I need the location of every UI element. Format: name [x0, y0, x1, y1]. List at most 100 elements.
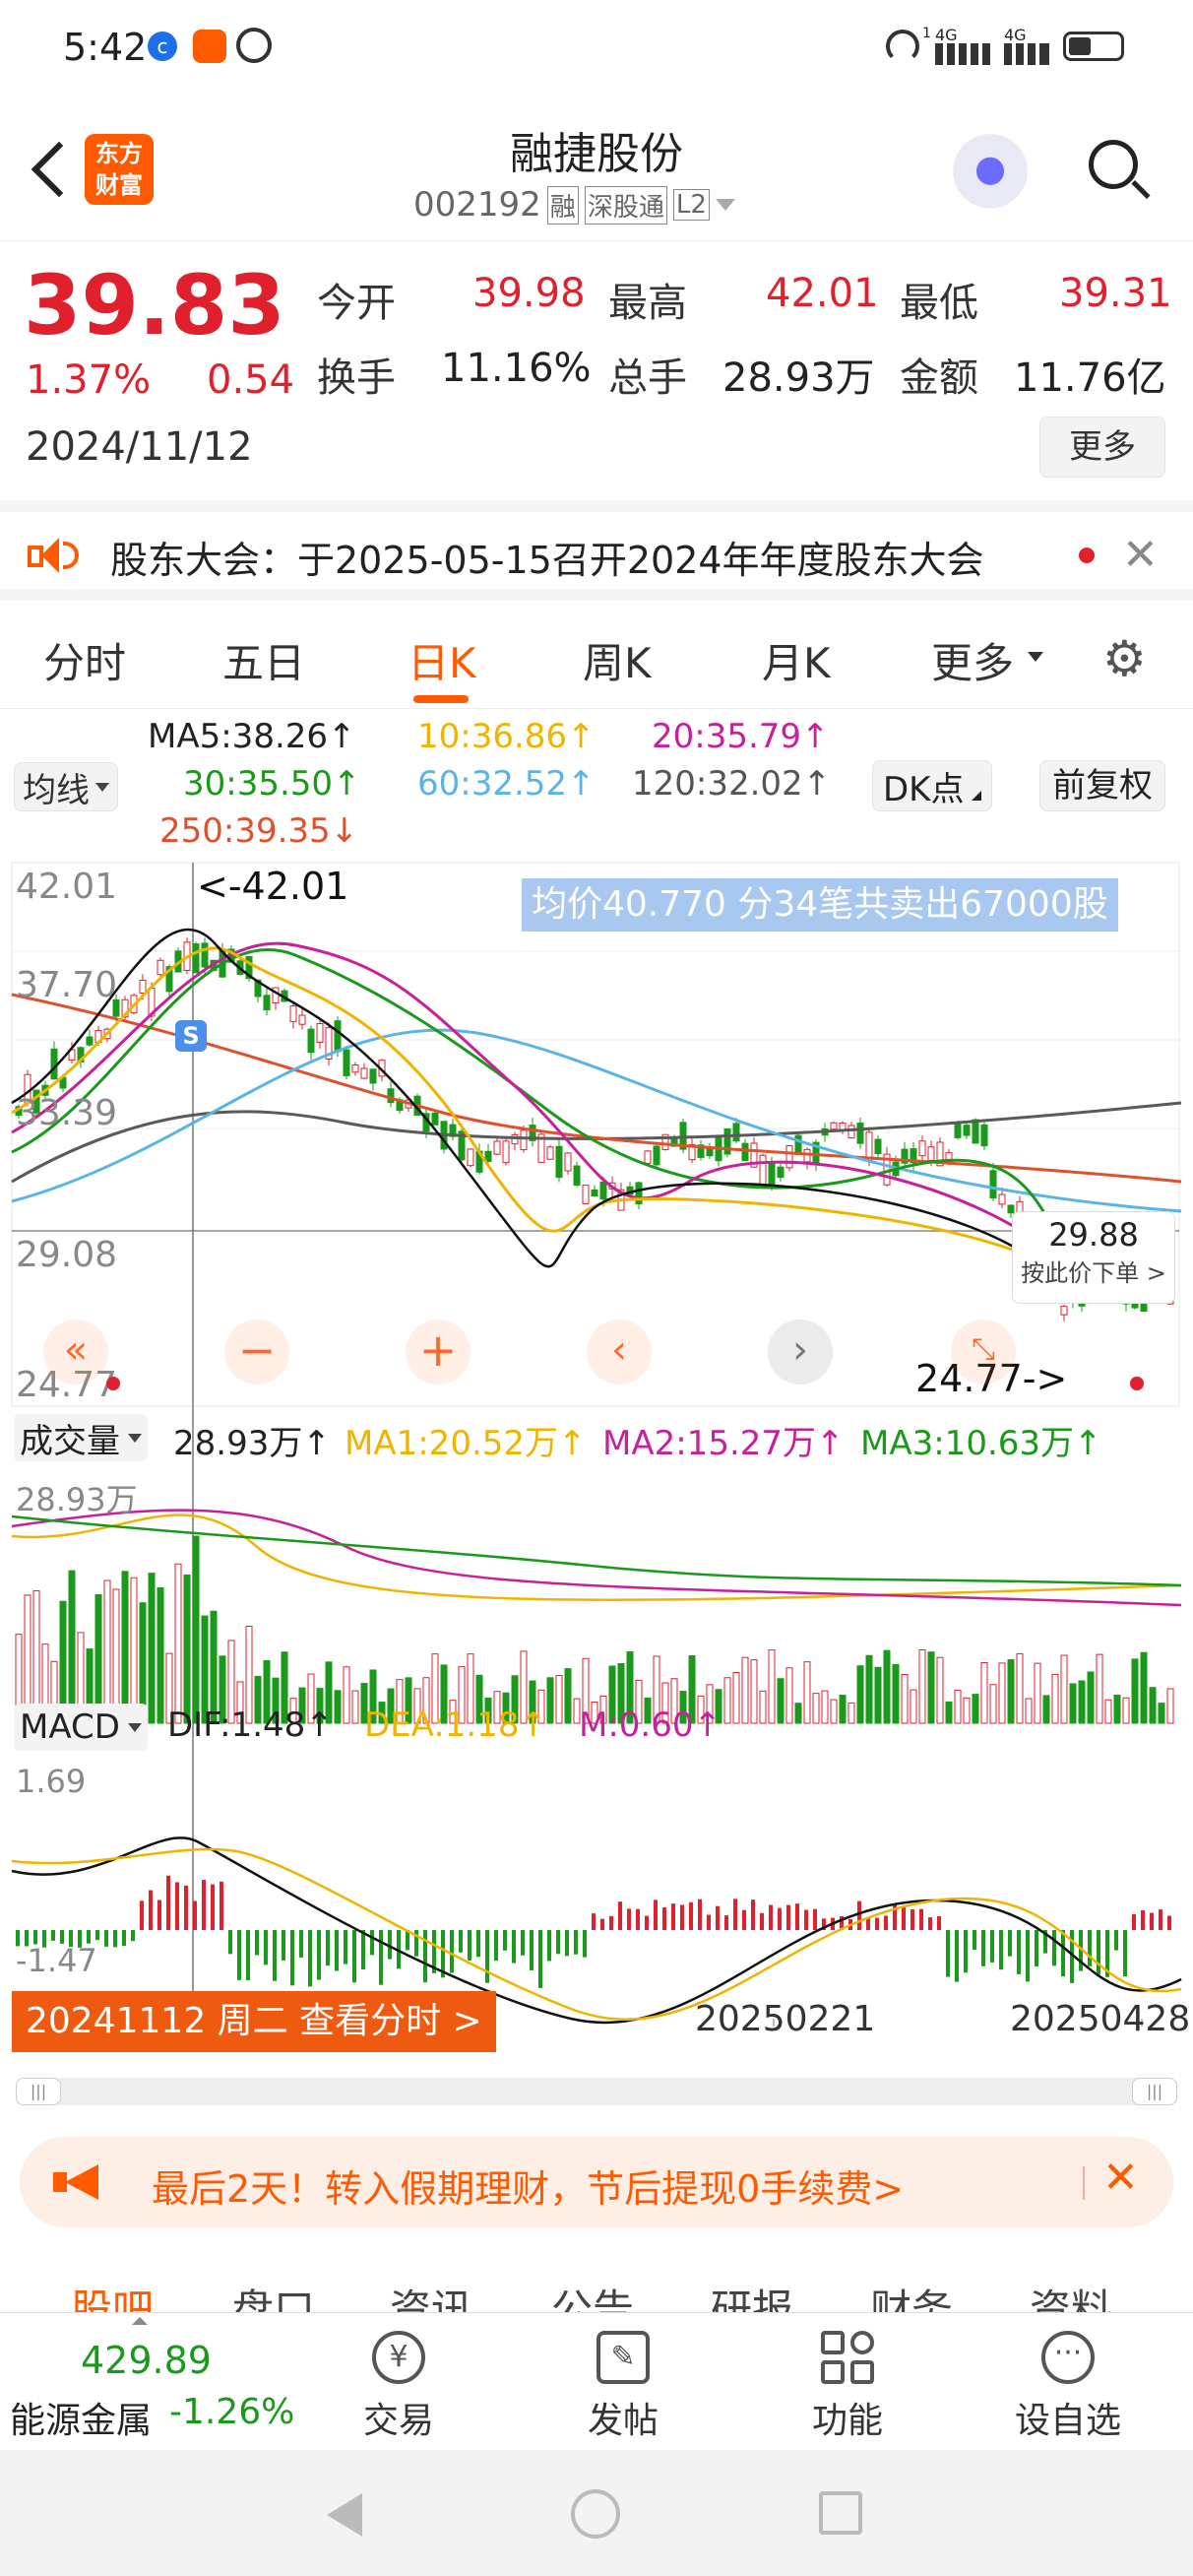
chart-period-tabs: 分时 五日 日K 周K 月K 更多 ⚙ — [0, 601, 1193, 709]
scroll-left-button[interactable]: ‹ — [587, 1320, 652, 1385]
robot-assistant-icon[interactable] — [949, 134, 1032, 217]
ma-selector[interactable]: 均线 — [14, 762, 118, 811]
post-button[interactable]: ✎ 发帖 — [579, 2331, 667, 2443]
macd-indicator-selector[interactable]: MACD — [14, 1704, 148, 1751]
close-icon[interactable]: ✕ — [1102, 2153, 1139, 2203]
sell-badge[interactable]: S — [175, 1020, 207, 1052]
change-amount: 0.54 — [207, 357, 295, 403]
candle-body — [768, 1163, 776, 1189]
tab-intraday[interactable]: 分时 — [43, 630, 126, 690]
nav-recents-icon[interactable] — [819, 2491, 862, 2535]
trade-button[interactable]: ¥ 交易 — [354, 2331, 443, 2443]
stock-code-row: 002192 融 深股通 L2 — [413, 185, 735, 225]
macd-bar — [645, 1915, 649, 1930]
sim1-label: 1 — [922, 26, 931, 41]
tab-announcements[interactable]: 公告 — [551, 2277, 634, 2314]
add-watchlist-button[interactable]: ··· 设自选 — [1014, 2331, 1122, 2443]
volume-bar — [1113, 1694, 1121, 1724]
tab-more[interactable]: 更多 — [931, 630, 1014, 690]
chevron-down-icon[interactable] — [715, 199, 735, 211]
macd-bar — [494, 1930, 498, 1962]
tab-orderbook[interactable]: 盘口 — [232, 2277, 315, 2314]
dk-point-button[interactable]: DK点 — [872, 760, 993, 811]
tab-research[interactable]: 研报 — [711, 2277, 793, 2314]
nav-back-icon[interactable] — [327, 2493, 362, 2537]
macd-bar — [237, 1930, 241, 1980]
macd-bar — [964, 1930, 968, 1973]
volume-bar — [1078, 1680, 1086, 1724]
functions-button[interactable]: 功能 — [803, 2331, 892, 2443]
tab-profile[interactable]: 资料 — [1030, 2277, 1112, 2314]
candle-body — [839, 1122, 847, 1130]
volume-bar — [103, 1579, 111, 1724]
volume-bar — [564, 1668, 572, 1724]
macd-bar — [813, 1908, 817, 1930]
network-4g-label-2: 4G — [1004, 26, 1027, 44]
promo-banner[interactable]: 最后2天！转入假期理财，节后提现0手续费> ✕ — [20, 2137, 1173, 2227]
tab-weekly-k[interactable]: 周K — [583, 630, 652, 690]
tab-forum[interactable]: 股吧 — [71, 2277, 154, 2314]
high-marker: <-42.01 — [197, 865, 349, 908]
sector-index-value[interactable]: 429.89 — [81, 2339, 212, 2382]
volume-bar — [794, 1703, 802, 1724]
view-intraday-button[interactable]: 20241112 周二 查看分时 > — [12, 1991, 496, 2052]
volume-indicator-selector[interactable]: 成交量 — [14, 1414, 148, 1461]
tab-finance[interactable]: 财务 — [870, 2277, 953, 2314]
candle-body — [918, 1140, 926, 1157]
candle-body — [759, 1154, 767, 1186]
signal-icon — [935, 43, 990, 65]
zoom-out-button[interactable]: − — [224, 1320, 289, 1385]
volume-bar — [963, 1697, 971, 1724]
candle-body — [1007, 1204, 1015, 1214]
ma30-label: 30:35.50↑ — [183, 764, 361, 804]
candle-body — [263, 995, 271, 1011]
scroll-first-button[interactable]: « — [43, 1320, 108, 1385]
macd-bar — [689, 1901, 693, 1930]
gear-icon[interactable]: ⚙ — [1102, 630, 1147, 687]
chart-scrollbar[interactable]: ||| ||| — [16, 2078, 1177, 2105]
candle-body — [1140, 1302, 1148, 1313]
order-at-price-button[interactable]: 29.88 按此价下单 > — [1012, 1211, 1175, 1304]
sector-name[interactable]: 能源金属 — [10, 2392, 152, 2443]
tab-news[interactable]: 资讯 — [390, 2277, 472, 2314]
functions-label: 功能 — [811, 2401, 883, 2441]
macd-bar — [600, 1918, 604, 1930]
volume-bar — [343, 1666, 350, 1724]
quote-panel: 39.83 1.37% 0.54 2024/11/12 今开 39.98 最高 … — [0, 241, 1193, 499]
scroll-right-button[interactable]: › — [768, 1320, 833, 1385]
divider — [1083, 2166, 1085, 2200]
notice-bar[interactable]: 股东大会：于2025-05-15召开2024年年度股东大会 ✕ — [0, 500, 1193, 601]
close-icon[interactable]: ✕ — [1122, 530, 1159, 580]
macd-bar — [680, 1904, 684, 1930]
megaphone-icon — [53, 2164, 102, 2200]
open-label: 今开 — [317, 281, 396, 326]
more-button[interactable]: 更多 — [1039, 417, 1165, 478]
macd-bar — [104, 1930, 108, 1947]
grid-icon — [821, 2331, 874, 2384]
volume-value: 28.93万↑ — [173, 1424, 331, 1463]
nav-home-icon[interactable] — [571, 2489, 620, 2539]
volume-bar — [910, 1689, 917, 1724]
tab-monthly-k[interactable]: 月K — [762, 630, 831, 690]
adjust-mode-button[interactable]: 前复权 — [1039, 760, 1165, 811]
tab-more-dropdown-icon[interactable] — [1028, 652, 1043, 662]
volume-bar — [848, 1702, 855, 1724]
zoom-in-button[interactable]: + — [406, 1320, 471, 1385]
macd-bar — [999, 1930, 1003, 1970]
chevron-up-icon[interactable] — [132, 2317, 148, 2325]
sector-change[interactable]: -1.26% — [169, 2392, 294, 2432]
scrollbar-left-handle[interactable]: ||| — [16, 2078, 61, 2105]
tab-daily-k[interactable]: 日K — [408, 630, 476, 690]
macd-bar — [211, 1884, 215, 1930]
macd-bar — [379, 1930, 383, 1985]
macd-dif: DIF:1.48↑ — [167, 1706, 334, 1745]
macd-bar — [928, 1917, 932, 1930]
macd-bar — [228, 1930, 232, 1955]
order-price: 29.88 — [1048, 1216, 1139, 1254]
fullscreen-button[interactable]: ⤡ — [951, 1320, 1016, 1385]
tab-five-day[interactable]: 五日 — [222, 630, 305, 690]
search-icon[interactable] — [1089, 140, 1151, 200]
scrollbar-right-handle[interactable]: ||| — [1132, 2078, 1177, 2105]
macd-top-label: 1.69 — [16, 1763, 87, 1800]
macd-bar — [724, 1915, 728, 1930]
